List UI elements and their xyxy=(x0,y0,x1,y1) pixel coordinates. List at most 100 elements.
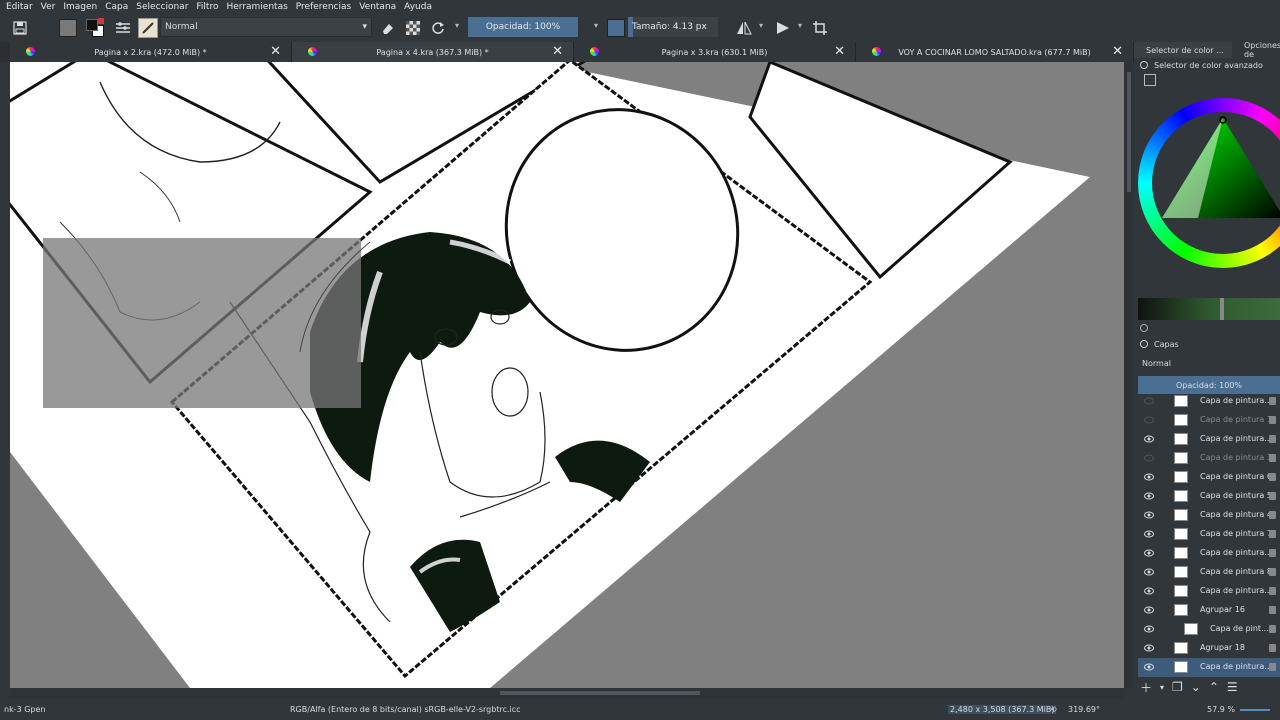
menu-ayuda[interactable]: Ayuda xyxy=(404,2,432,12)
layer-row[interactable]: Agrupar 18 xyxy=(1138,639,1280,658)
save-icon[interactable] xyxy=(10,18,30,38)
chevron-down-icon[interactable]: ▾ xyxy=(455,21,459,30)
menu-ventana[interactable]: Ventana xyxy=(359,2,396,12)
chevron-down-icon[interactable]: ▾ xyxy=(798,21,802,30)
tab-color-selector[interactable]: Selector de color ... xyxy=(1134,42,1232,58)
drawing-canvas[interactable] xyxy=(10,62,1124,688)
opacity-slider[interactable]: Opacidad: 100% xyxy=(468,17,578,37)
vertical-scrollbar[interactable] xyxy=(1124,62,1134,688)
visibility-eye-icon[interactable] xyxy=(1144,606,1154,615)
horizontal-scrollbar-thumb[interactable] xyxy=(500,691,700,695)
tab-tool-options[interactable]: Opciones de xyxy=(1232,41,1280,59)
rotation-icon[interactable]: ⟲ xyxy=(1050,705,1057,714)
visibility-eye-icon[interactable] xyxy=(1144,416,1154,425)
layer-row[interactable]: Capa de pintura... xyxy=(1138,392,1280,411)
layer-row[interactable]: Capa de pintura 7 xyxy=(1138,525,1280,544)
layer-properties-icon[interactable]: ☰ xyxy=(1227,680,1238,694)
lock-icon[interactable] xyxy=(1269,473,1276,481)
layer-row[interactable]: Capa de pintura 3 xyxy=(1138,449,1280,468)
visibility-eye-icon[interactable] xyxy=(1144,663,1154,672)
close-icon[interactable]: ✕ xyxy=(834,44,845,59)
visibility-eye-icon[interactable] xyxy=(1144,397,1154,406)
layer-row[interactable]: Capa de pintura 1 xyxy=(1138,411,1280,430)
layer-row[interactable]: Capa de pintura... xyxy=(1138,430,1280,449)
visibility-eye-icon[interactable] xyxy=(1144,644,1154,653)
pattern-color-icon[interactable] xyxy=(606,18,626,38)
reload-preset-icon[interactable] xyxy=(428,18,448,38)
size-slider[interactable]: Tamaño: 4.13 px xyxy=(628,17,718,37)
tab-document-2[interactable]: Pagina x 4.kra (367.3 MiB) * ✕ xyxy=(292,42,574,62)
layer-row[interactable]: Capa de pintura 4 xyxy=(1138,506,1280,525)
eraser-icon[interactable] xyxy=(378,18,398,38)
color-shade-marker[interactable] xyxy=(1220,298,1224,320)
lock-icon[interactable] xyxy=(1269,549,1276,557)
tab-document-1[interactable]: Pagina x 2.kra (472.0 MiB) * ✕ xyxy=(10,42,292,62)
layer-row[interactable]: Capa de pintura... xyxy=(1138,582,1280,601)
brush-preset-icon[interactable] xyxy=(138,18,158,38)
color-wheel-area[interactable] xyxy=(1138,98,1280,268)
lock-icon[interactable] xyxy=(1269,492,1276,500)
color-settings-icon[interactable] xyxy=(1144,74,1156,86)
lock-icon[interactable] xyxy=(1269,568,1276,576)
visibility-eye-icon[interactable] xyxy=(1144,549,1154,558)
layer-row[interactable]: Capa de pintura 6 xyxy=(1138,468,1280,487)
mirror-horizontal-icon[interactable] xyxy=(734,18,754,38)
visibility-eye-icon[interactable] xyxy=(1144,473,1154,482)
pattern-swatch-icon[interactable] xyxy=(58,18,78,38)
visibility-eye-icon[interactable] xyxy=(1144,587,1154,596)
move-layer-up-icon[interactable]: ⌃ xyxy=(1209,680,1219,694)
menu-filtro[interactable]: Filtro xyxy=(196,2,218,12)
layers-blend-select[interactable]: Normal xyxy=(1138,356,1280,370)
close-icon[interactable]: ✕ xyxy=(1112,44,1123,59)
tab-document-4[interactable]: VOY A COCINAR LOMO SALTADO.kra (677.7 Mi… xyxy=(856,42,1134,62)
brush-settings-icon[interactable] xyxy=(113,18,133,38)
menu-herramientas[interactable]: Herramientas xyxy=(226,2,287,12)
layer-row[interactable]: Agrupar 16 xyxy=(1138,601,1280,620)
tab-document-3[interactable]: Pagina x 3.kra (630.1 MiB) ✕ xyxy=(574,42,856,62)
visibility-eye-icon[interactable] xyxy=(1144,454,1154,463)
crop-icon[interactable] xyxy=(810,18,830,38)
lock-icon[interactable] xyxy=(1269,397,1276,405)
color-shade-bar[interactable] xyxy=(1138,298,1280,320)
visibility-eye-icon[interactable] xyxy=(1144,568,1154,577)
close-icon[interactable]: ✕ xyxy=(552,44,563,59)
menu-editar[interactable]: Editar xyxy=(6,2,33,12)
lock-icon[interactable] xyxy=(1269,625,1276,633)
fg-bg-color-icon[interactable] xyxy=(85,18,105,38)
chevron-down-icon[interactable]: ▾ xyxy=(594,21,598,30)
menu-capa[interactable]: Capa xyxy=(105,2,128,12)
lock-icon[interactable] xyxy=(1269,416,1276,424)
layer-row[interactable]: Capa de pintura... xyxy=(1138,544,1280,563)
duplicate-layer-icon[interactable]: ❐ xyxy=(1172,680,1183,694)
chevron-down-icon[interactable]: ▾ xyxy=(1160,683,1164,692)
alpha-lock-icon[interactable] xyxy=(403,18,423,38)
lock-icon[interactable] xyxy=(1269,454,1276,462)
move-layer-down-icon[interactable]: ⌄ xyxy=(1191,680,1201,694)
reset-color-icon[interactable] xyxy=(1140,324,1148,332)
lock-icon[interactable] xyxy=(1269,663,1276,671)
dock-float-icon[interactable] xyxy=(1140,340,1148,348)
horizontal-scrollbar[interactable] xyxy=(10,688,1124,698)
lock-icon[interactable] xyxy=(1269,530,1276,538)
visibility-eye-icon[interactable] xyxy=(1144,511,1154,520)
mirror-vertical-icon[interactable] xyxy=(773,18,793,38)
lock-icon[interactable] xyxy=(1269,606,1276,614)
visibility-eye-icon[interactable] xyxy=(1144,530,1154,539)
visibility-eye-icon[interactable] xyxy=(1144,625,1154,634)
add-layer-icon[interactable]: ＋ xyxy=(1140,679,1152,696)
menu-seleccionar[interactable]: Seleccionar xyxy=(136,2,188,12)
lock-icon[interactable] xyxy=(1269,587,1276,595)
menu-ver[interactable]: Ver xyxy=(41,2,56,12)
menu-imagen[interactable]: Imagen xyxy=(63,2,97,12)
lock-icon[interactable] xyxy=(1269,511,1276,519)
vertical-scrollbar-thumb[interactable] xyxy=(1127,72,1131,192)
layer-row[interactable]: Capa de pintura 5 xyxy=(1138,487,1280,506)
dock-float-icon[interactable] xyxy=(1140,61,1148,69)
menu-preferencias[interactable]: Preferencias xyxy=(296,2,351,12)
layer-row[interactable]: Capa de pintura... xyxy=(1138,658,1280,677)
visibility-eye-icon[interactable] xyxy=(1144,492,1154,501)
zoom-slider[interactable] xyxy=(1240,709,1270,711)
blend-mode-select[interactable]: Normal ▾ xyxy=(160,17,372,37)
chevron-down-icon[interactable]: ▾ xyxy=(759,21,763,30)
close-icon[interactable]: ✕ xyxy=(270,44,281,59)
